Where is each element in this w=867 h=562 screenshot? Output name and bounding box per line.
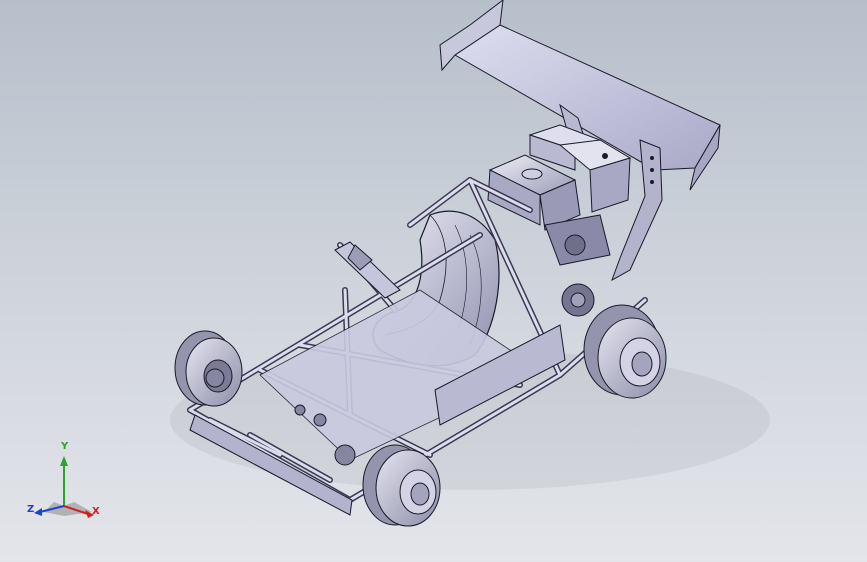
triad-z-label: Z — [27, 504, 35, 515]
graphics-viewport[interactable]: Y X Z — [0, 0, 867, 562]
front-left-wheel[interactable] — [174, 330, 243, 407]
orientation-triad: Y X Z — [22, 441, 112, 534]
triad-icon — [34, 456, 94, 518]
go-kart-model[interactable] — [0, 0, 867, 562]
engine[interactable] — [487, 124, 632, 317]
triad-x-label: X — [92, 506, 100, 517]
triad-y-label: Y — [61, 441, 69, 452]
